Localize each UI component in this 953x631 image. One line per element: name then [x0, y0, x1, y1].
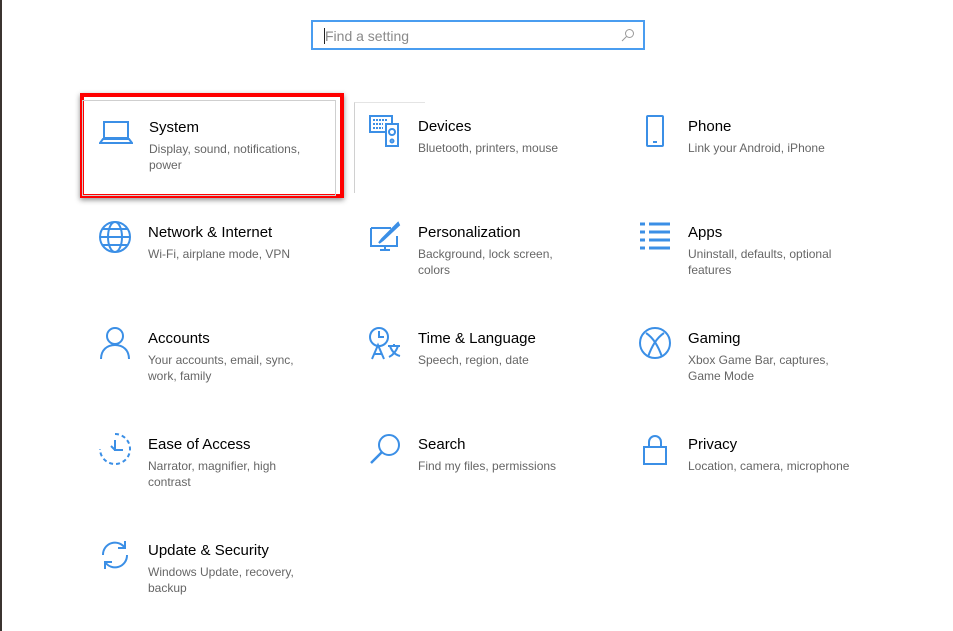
time-language-icon — [369, 327, 401, 360]
tile-title: System — [149, 119, 200, 136]
tile-title: Ease of Access — [148, 436, 251, 453]
tile-description: Find my files, permissions — [418, 459, 557, 473]
tile-personalization[interactable]: Personalization Background, lock screen,… — [352, 206, 606, 302]
apps-list-icon — [640, 222, 670, 250]
tile-devices[interactable]: Devices Bluetooth, printers, mouse — [352, 100, 606, 196]
magnifier-icon[interactable] — [621, 28, 635, 42]
tile-phone[interactable]: Phone Link your Android, iPhone — [622, 100, 876, 196]
tile-network-internet[interactable]: Network & Internet Wi-Fi, airplane mode,… — [82, 206, 336, 302]
tile-description: Link your Android, iPhone — [688, 141, 825, 155]
tile-title: Search — [418, 436, 466, 453]
tile-description: Background, lock screen, colors — [418, 247, 553, 277]
find-setting-search-input[interactable]: Find a setting — [311, 20, 645, 50]
tile-title: Update & Security — [148, 542, 269, 559]
paint-icon — [370, 221, 401, 251]
tile-update-security[interactable]: Update & Security Windows Update, recove… — [82, 524, 336, 620]
search-icon — [370, 434, 400, 464]
tile-description: Xbox Game Bar, captures, Game Mode — [688, 353, 829, 383]
tile-apps[interactable]: Apps Uninstall, defaults, optional featu… — [622, 206, 876, 302]
tile-description: Wi-Fi, airplane mode, VPN — [148, 247, 291, 261]
search-placeholder: Find a setting — [325, 28, 410, 44]
tile-description: Bluetooth, printers, mouse — [418, 141, 559, 155]
tile-description: Your accounts, email, sync, work, family — [148, 353, 294, 383]
globe-icon — [99, 221, 131, 253]
ease-of-access-icon — [99, 433, 131, 465]
tile-description: Location, camera, microphone — [688, 459, 850, 473]
person-icon — [100, 327, 130, 360]
tile-description: Windows Update, recovery, backup — [148, 565, 294, 595]
tile-title: Personalization — [418, 224, 521, 241]
tile-title: Apps — [688, 224, 723, 241]
tile-description: Uninstall, defaults, optional features — [688, 247, 832, 277]
tile-title: Phone — [688, 118, 732, 135]
tile-description: Narrator, magnifier, high contrast — [148, 459, 277, 489]
laptop-icon — [99, 121, 133, 144]
tile-description: Display, sound, notifications, power — [149, 142, 301, 172]
tile-title: Privacy — [688, 436, 738, 453]
xbox-icon — [639, 327, 671, 359]
tile-title: Gaming — [688, 330, 741, 347]
tile-ease-of-access[interactable]: Ease of Access Narrator, magnifier, high… — [82, 418, 336, 514]
tile-title: Accounts — [148, 330, 210, 347]
tile-privacy[interactable]: Privacy Location, camera, microphone — [622, 418, 876, 514]
tile-title: Time & Language — [418, 330, 536, 347]
tile-title: Network & Internet — [148, 224, 273, 241]
tile-system[interactable]: System Display, sound, notifications, po… — [82, 100, 336, 196]
devices-icon — [369, 115, 399, 147]
tile-search[interactable]: Search Find my files, permissions — [352, 418, 606, 514]
sync-icon — [101, 541, 129, 569]
lock-icon — [643, 435, 667, 465]
tile-description: Speech, region, date — [418, 353, 529, 367]
tile-gaming[interactable]: Gaming Xbox Game Bar, captures, Game Mod… — [622, 312, 876, 408]
tile-time-language[interactable]: Time & Language Speech, region, date — [352, 312, 606, 408]
phone-icon — [646, 115, 664, 147]
tile-accounts[interactable]: Accounts Your accounts, email, sync, wor… — [82, 312, 336, 408]
tile-title: Devices — [418, 118, 472, 135]
